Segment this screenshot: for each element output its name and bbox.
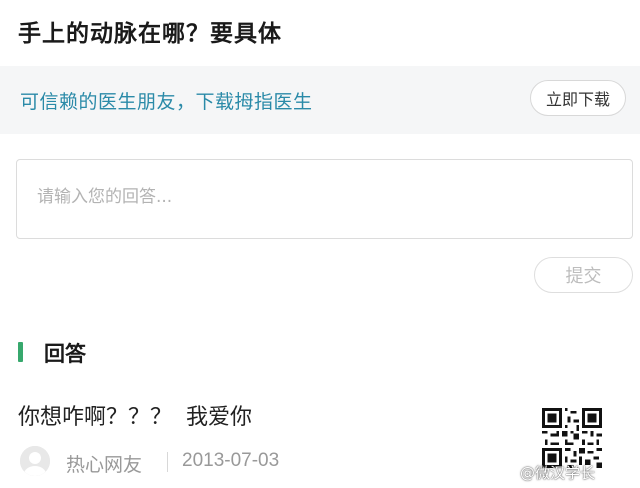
author-avatar [20,446,50,476]
answers-heading: 回答 [44,342,86,366]
answer-text: 你想咋啊？？？ 我爱你 [18,405,252,430]
promo-text[interactable]: 可信赖的医生朋友，下载拇指医生 [20,87,313,114]
avatar-user-icon [20,446,50,476]
watermark: @微汉学长 [520,464,596,482]
download-button[interactable]: 立即下载 [530,80,626,116]
answer-date: 2013-07-03 [182,450,280,471]
meta-divider [167,452,168,472]
section-accent-bar [18,342,23,362]
question-title: 手上的动脉在哪？要具体 [18,21,282,47]
promo-banner: 可信赖的医生朋友，下载拇指医生 立即下载 [0,66,640,134]
author-name: 热心网友 [66,454,143,476]
answer-placeholder: 请输入您的回答... [37,187,173,207]
qr-code-icon [542,408,602,468]
submit-button[interactable]: 提交 [534,257,633,293]
answer-textarea[interactable]: 请输入您的回答... [16,159,633,239]
